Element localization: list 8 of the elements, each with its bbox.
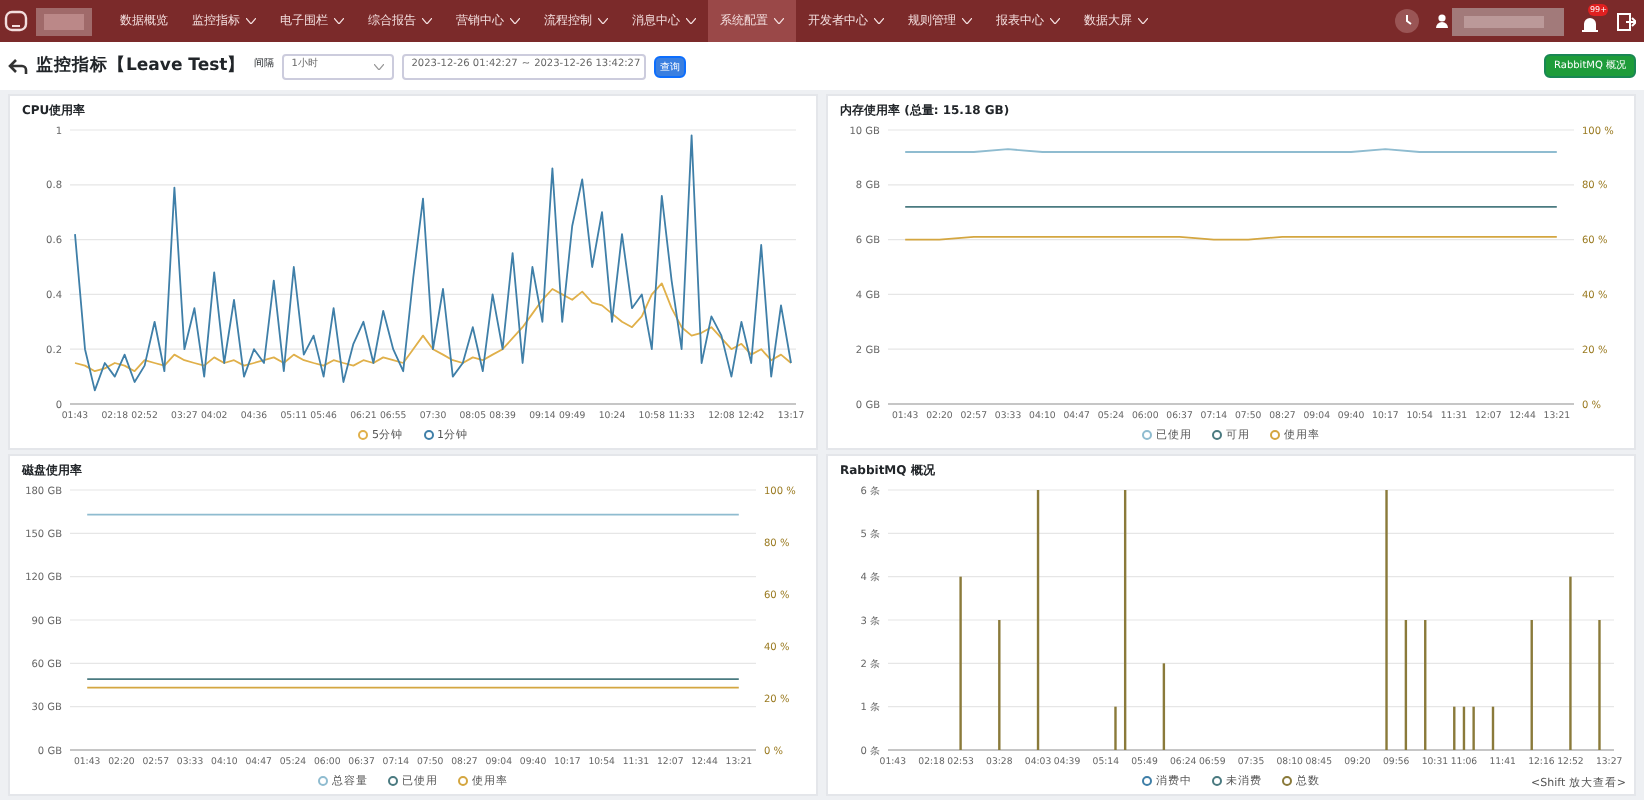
caret-icon [373,63,384,69]
logo-icon [4,9,28,33]
history-icon[interactable] [1394,8,1420,34]
logout-icon[interactable] [1616,11,1636,31]
bell-icon[interactable] [1580,13,1600,33]
user-icon[interactable] [1436,14,1448,28]
back-icon[interactable] [8,58,28,74]
page-title: 监控指标【Leave Test】 [36,53,246,79]
